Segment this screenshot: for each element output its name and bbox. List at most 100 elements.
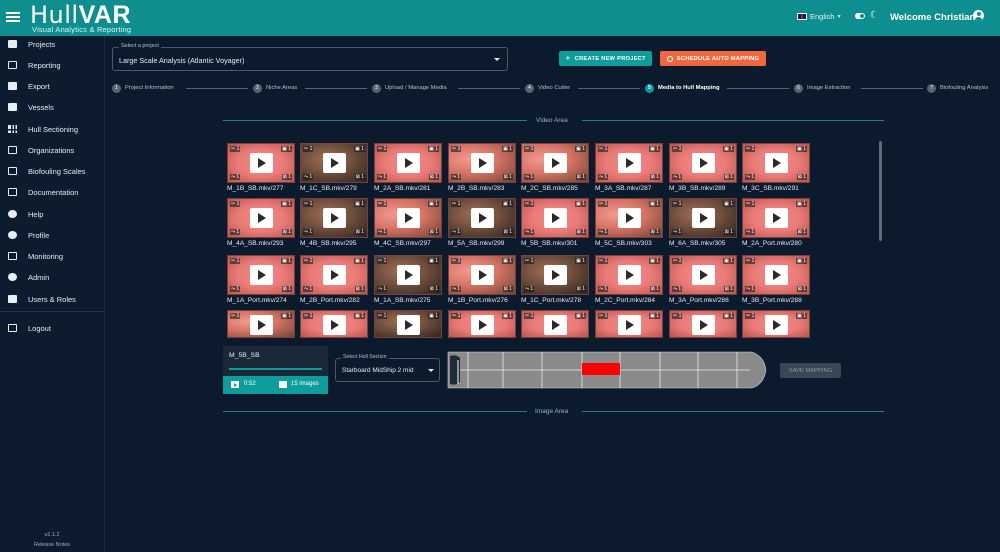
sidebar-item-logout[interactable]: Logout: [0, 319, 104, 337]
sidebar-item-admin[interactable]: Admin: [0, 268, 104, 286]
video-tile[interactable]: ✂ 1 ▣ 1 ⤳ 1 ⊠ 1 M_5C_SB.mkv/303: [595, 198, 663, 251]
play-icon[interactable]: [544, 153, 567, 173]
play-icon[interactable]: [397, 153, 420, 173]
play-icon[interactable]: [397, 315, 420, 335]
mapping-count-badge: ⤳ 1: [377, 174, 388, 180]
account-icon[interactable]: [973, 10, 984, 21]
hull-section-value: Starboard MidShip 2 mid: [342, 367, 414, 374]
video-tile[interactable]: ✂ 1 ▣ 1 ⤳ 1 ⊠ 1 M_3A_SB.mkv/287: [595, 143, 663, 196]
video-tile[interactable]: ✂ 1 ▣ 1 ⤳ 1 ⊠ 1 M_1A_SB.mkv/275: [374, 255, 442, 308]
play-icon[interactable]: [323, 265, 346, 285]
video-tile[interactable]: ✂ 1 ▣ 1 ⤳ 1 ⊠ 1 M_2A_Port.mkv/280: [742, 198, 810, 251]
video-tile[interactable]: ✂ 1 ▣ 1 ⤳ 1 ⊠ 1 M_3A_Port.mkv/286: [669, 255, 737, 308]
play-icon[interactable]: [544, 265, 567, 285]
step-project-information[interactable]: 1 Project Information: [112, 83, 174, 93]
play-icon[interactable]: [250, 315, 273, 335]
sidebar-item-profile[interactable]: Profile: [0, 226, 104, 244]
sidebar-item-monitoring[interactable]: Monitoring: [0, 247, 104, 265]
video-tile[interactable]: ✂ 1 ▣ 1 ⤳ 1 ⊠ 1 M_1C_Port.mkv/278: [521, 255, 589, 308]
play-icon[interactable]: [471, 153, 494, 173]
video-tile[interactable]: ✂ 1 ▣ 1 ⤳ 1 ⊠ 1 M_6A_SB.mkv/305: [669, 198, 737, 251]
sidebar-item-biofouling-scales[interactable]: Biofouling Scales: [0, 162, 104, 180]
play-icon[interactable]: [250, 153, 273, 173]
video-tile[interactable]: ✂ 1 ▣ 1 ⤳ 1 ⊠ 1 M_2C_SB.mkv/285: [521, 143, 589, 196]
play-icon[interactable]: [618, 153, 641, 173]
sidebar-item-organizations[interactable]: Organizations: [0, 141, 104, 159]
play-icon[interactable]: [397, 265, 420, 285]
video-tile[interactable]: ✂ 1 ▣ 1 ⤳ 1 ⊠ 1 M_2A_SB.mkv/281: [374, 143, 442, 196]
video-tile[interactable]: ✂ 1 ▣ 1 ⤳ 1 ⊠ 1 M_4C_SB.mkv/297: [374, 198, 442, 251]
play-icon[interactable]: [544, 208, 567, 228]
play-icon[interactable]: [618, 265, 641, 285]
play-icon[interactable]: [692, 315, 715, 335]
sidebar-item-documentation[interactable]: Documentation: [0, 183, 104, 201]
video-tile[interactable]: ✂ 1 ▣ 1 ⤳ 1 ⊠ 1 M_1B_SB.mkv/277: [227, 143, 295, 196]
sidebar-item-help[interactable]: Help: [0, 205, 104, 223]
play-icon[interactable]: [765, 315, 788, 335]
video-tile[interactable]: ✂ 1 ▣ 1 ⤳ 1 ⊠ 1 M_3B_Port.mkv/288: [742, 255, 810, 308]
video-tile[interactable]: ✂ 1 ▣ 1 ⤳ 1 ⊠ 1 M_1C_SB.mkv/279: [300, 143, 368, 196]
step-niche-areas[interactable]: 2 Niche Areas: [253, 83, 297, 93]
mapping-count-badge: ⤳ 1: [598, 229, 609, 235]
play-icon[interactable]: [471, 208, 494, 228]
video-tile[interactable]: ✂ 1 ▣ 1 ⤳ 1 ⊠ 1 M_3B_SB.mkv/289: [669, 143, 737, 196]
video-tile[interactable]: ✂ 1 ▣ 1 ⤳ 1 ⊠ 1 M_5A_SB.mkv/299: [448, 198, 516, 251]
menu-icon[interactable]: [6, 10, 20, 24]
selected-hull-section[interactable]: [582, 363, 620, 375]
step-video-cutter[interactable]: 4 Video Cutter: [525, 83, 570, 93]
sidebar-item-reporting[interactable]: Reporting: [0, 56, 104, 74]
play-icon[interactable]: [323, 315, 346, 335]
video-tile[interactable]: ✂ 1 ▣ 1 ⤳ 1 ⊠ 1 M_5B_SB.mkv/301: [521, 198, 589, 251]
save-mapping-button[interactable]: SAVE MAPPING: [780, 363, 841, 378]
step-biofouling-analysis[interactable]: 7 Biofouling Analysis: [927, 83, 988, 93]
theme-toggle[interactable]: [855, 13, 865, 19]
play-icon[interactable]: [250, 265, 273, 285]
release-notes-link[interactable]: Release Notes: [0, 542, 104, 548]
sidebar-item-users-roles[interactable]: Users & Roles: [0, 290, 104, 308]
step-image-extraction[interactable]: 6 Image Extraction: [794, 83, 851, 93]
play-icon[interactable]: [765, 153, 788, 173]
cut-count-badge: ✂ 1: [377, 313, 388, 319]
play-icon[interactable]: [471, 315, 494, 335]
play-icon[interactable]: [692, 153, 715, 173]
step-upload-manage-media[interactable]: 3 Upload / Manage Media: [372, 83, 447, 93]
moon-icon[interactable]: ☾: [870, 10, 879, 21]
play-icon[interactable]: [231, 381, 239, 388]
video-tile[interactable]: ✂ 1 ▣ 1 ⤳ 1 ⊠ 1 M_2B_Port.mkv/282: [300, 255, 368, 308]
play-icon[interactable]: [544, 315, 567, 335]
project-select[interactable]: Select a project Large Scale Analysis (A…: [112, 43, 508, 71]
video-tile[interactable]: ✂ 1 ▣ 1 ⤳ 1 ⊠ 1 M_1B_Port.mkv/276: [448, 255, 516, 308]
sidebar-item-hull-sectioning[interactable]: Hull Sectioning: [0, 120, 104, 138]
video-tile[interactable]: ✂ 1 ▣ 1 ⤳ 1 ⊠ 1 M_2B_SB.mkv/283: [448, 143, 516, 196]
hull-section-map[interactable]: [446, 350, 770, 390]
mapping-count-badge: ⤳ 1: [303, 229, 314, 235]
video-tile[interactable]: ✂ 1 ▣ 1 ⤳ 1 ⊠ 1 M_4A_SB.mkv/293: [227, 198, 295, 251]
play-icon[interactable]: [618, 208, 641, 228]
play-icon[interactable]: [765, 208, 788, 228]
step-media-to-hull-mapping[interactable]: 5 Media to Hull Mapping: [645, 83, 720, 93]
image-count-badge: ▣ 1: [281, 146, 292, 152]
selected-video-card[interactable]: M_5B_SB 0:52 15 images: [223, 346, 328, 394]
play-icon[interactable]: [323, 153, 346, 173]
play-icon[interactable]: [250, 208, 273, 228]
video-grid-scrollbar[interactable]: [879, 141, 882, 241]
play-icon[interactable]: [692, 265, 715, 285]
play-icon[interactable]: [471, 265, 494, 285]
schedule-auto-mapping-button[interactable]: SCHEDULE AUTO MAPPING: [660, 51, 766, 66]
sidebar-item-vessels[interactable]: Vessels: [0, 98, 104, 116]
play-icon[interactable]: [618, 315, 641, 335]
create-project-button[interactable]: + CREATE NEW PROJECT: [559, 51, 652, 66]
sidebar-item-export[interactable]: Export: [0, 77, 104, 95]
app-logo[interactable]: HullVAR Visual Analytics & Reporting: [30, 1, 131, 34]
video-tile[interactable]: ✂ 1 ▣ 1 ⤳ 1 ⊠ 1 M_2C_Port.mkv/284: [595, 255, 663, 308]
hull-section-select[interactable]: Select Hull Section Starboard MidShip 2 …: [335, 354, 440, 382]
play-icon[interactable]: [397, 208, 420, 228]
language-selector[interactable]: English ▾: [797, 12, 841, 21]
video-tile[interactable]: ✂ 1 ▣ 1 ⤳ 1 ⊠ 1 M_3C_SB.mkv/291: [742, 143, 810, 196]
play-icon[interactable]: [323, 208, 346, 228]
play-icon[interactable]: [765, 265, 788, 285]
play-icon[interactable]: [692, 208, 715, 228]
video-tile[interactable]: ✂ 1 ▣ 1 ⤳ 1 ⊠ 1 M_4B_SB.mkv/295: [300, 198, 368, 251]
sidebar-item-projects[interactable]: Projects: [0, 35, 104, 53]
video-tile[interactable]: ✂ 1 ▣ 1 ⤳ 1 ⊠ 1 M_1A_Port.mkv/274: [227, 255, 295, 308]
